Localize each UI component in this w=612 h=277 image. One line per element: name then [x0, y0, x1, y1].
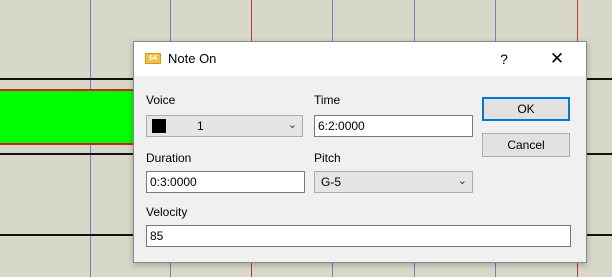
voice-color-swatch: [152, 119, 166, 133]
ok-button[interactable]: OK: [482, 97, 570, 121]
cancel-button[interactable]: Cancel: [482, 133, 570, 157]
duration-label: Duration: [146, 151, 192, 165]
velocity-label: Velocity: [146, 205, 188, 219]
note-on-dialog: 64 Note On ? ✕ Voice 1 ⌄ Time OK Cancel …: [133, 41, 587, 263]
pitch-value: G-5: [321, 175, 342, 189]
chevron-down-icon: ⌄: [287, 119, 297, 131]
duration-field[interactable]: [146, 171, 305, 193]
close-icon[interactable]: ✕: [534, 46, 580, 72]
app-icon: 64: [145, 53, 161, 64]
pitch-dropdown[interactable]: G-5 ⌄: [314, 171, 473, 193]
voice-value: 1: [197, 119, 204, 133]
dialog-titlebar[interactable]: 64 Note On ? ✕: [134, 42, 586, 76]
voice-label: Voice: [146, 93, 176, 107]
help-icon[interactable]: ?: [494, 49, 514, 69]
pitch-label: Pitch: [314, 151, 341, 165]
time-label: Time: [314, 93, 341, 107]
chevron-down-icon: ⌄: [457, 175, 467, 187]
dialog-title: Note On: [168, 51, 217, 66]
velocity-field[interactable]: [146, 225, 571, 247]
piano-roll-canvas[interactable]: 64 Note On ? ✕ Voice 1 ⌄ Time OK Cancel …: [0, 0, 612, 277]
voice-dropdown[interactable]: 1 ⌄: [146, 115, 303, 137]
time-field[interactable]: [314, 115, 473, 137]
